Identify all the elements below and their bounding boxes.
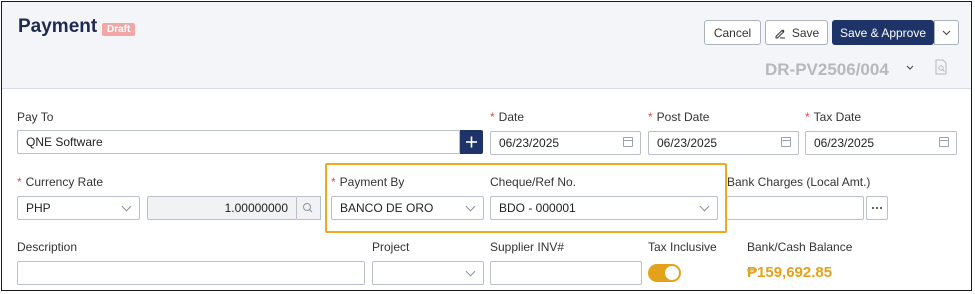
required-marker: * xyxy=(805,110,810,124)
post-date-label: * Post Date xyxy=(648,110,710,124)
document-number: DR-PV2506/004 xyxy=(765,60,889,79)
calendar-icon[interactable] xyxy=(623,137,633,147)
document-number-dropdown-icon[interactable] xyxy=(906,65,914,71)
save-approve-label: Save & Approve xyxy=(839,25,927,40)
required-marker: * xyxy=(17,175,22,189)
project-label: Project xyxy=(372,240,410,254)
tax-inclusive-label: Tax Inclusive xyxy=(648,240,717,254)
tax-date-input[interactable]: 06/23/2025 xyxy=(805,131,957,155)
tax-date-label: * Tax Date xyxy=(805,110,862,124)
tax-inclusive-toggle[interactable] xyxy=(648,264,681,282)
post-date-input[interactable]: 06/23/2025 xyxy=(648,131,799,155)
chevron-down-icon xyxy=(465,266,476,277)
calendar-icon[interactable] xyxy=(939,137,949,147)
date-value: 06/23/2025 xyxy=(499,136,560,150)
page-title: Payment xyxy=(18,16,98,37)
pay-to-label: Pay To xyxy=(17,110,54,124)
cancel-label: Cancel xyxy=(713,25,752,40)
bank-charges-more-button[interactable] xyxy=(866,196,888,220)
chevron-down-icon xyxy=(121,201,132,212)
balance-value: ₱159,692.85 xyxy=(747,264,833,281)
rate-lookup-button[interactable] xyxy=(297,196,321,220)
exchange-rate-input: 1.00000000 xyxy=(147,196,297,220)
tax-date-value: 06/23/2025 xyxy=(814,136,875,150)
page-header: Payment Draft Cancel Save Save & Approve… xyxy=(2,2,971,89)
save-options-dropdown-button[interactable] xyxy=(934,20,959,45)
bank-charges-label: Bank Charges (Local Amt.) xyxy=(727,175,871,189)
search-icon xyxy=(303,203,313,213)
pay-to-value: QNE Software xyxy=(26,135,103,149)
highlight-box xyxy=(325,163,727,233)
add-payee-button[interactable] xyxy=(460,130,483,154)
date-label: * Date xyxy=(490,110,525,124)
project-select[interactable] xyxy=(372,261,484,285)
post-date-value: 06/23/2025 xyxy=(657,136,718,150)
save-label: Save xyxy=(791,25,820,40)
calendar-icon[interactable] xyxy=(781,137,791,147)
description-label: Description xyxy=(17,240,78,254)
currency-rate-label: * Currency Rate xyxy=(17,175,104,189)
required-marker: * xyxy=(490,110,495,124)
more-icon xyxy=(872,207,882,209)
balance-label: Bank/Cash Balance xyxy=(747,240,853,254)
cancel-button[interactable]: Cancel xyxy=(704,20,761,45)
date-input[interactable]: 06/23/2025 xyxy=(490,131,641,155)
plus-icon xyxy=(466,136,477,148)
description-input[interactable] xyxy=(17,261,365,285)
save-button[interactable]: Save xyxy=(765,20,828,45)
supplier-inv-input[interactable] xyxy=(490,261,642,285)
currency-value: PHP xyxy=(26,201,51,215)
bank-charges-input[interactable] xyxy=(727,196,864,220)
save-and-approve-button[interactable]: Save & Approve xyxy=(832,20,934,45)
pay-to-input[interactable]: QNE Software xyxy=(17,130,460,154)
required-marker: * xyxy=(648,110,653,124)
currency-select[interactable]: PHP xyxy=(17,196,140,220)
status-badge: Draft xyxy=(102,23,136,36)
supplier-inv-label: Supplier INV# xyxy=(490,240,565,254)
exchange-rate-value: 1.00000000 xyxy=(224,201,288,215)
chevron-down-icon xyxy=(942,30,951,35)
pencil-icon xyxy=(775,28,785,38)
document-search-icon[interactable] xyxy=(934,59,948,75)
